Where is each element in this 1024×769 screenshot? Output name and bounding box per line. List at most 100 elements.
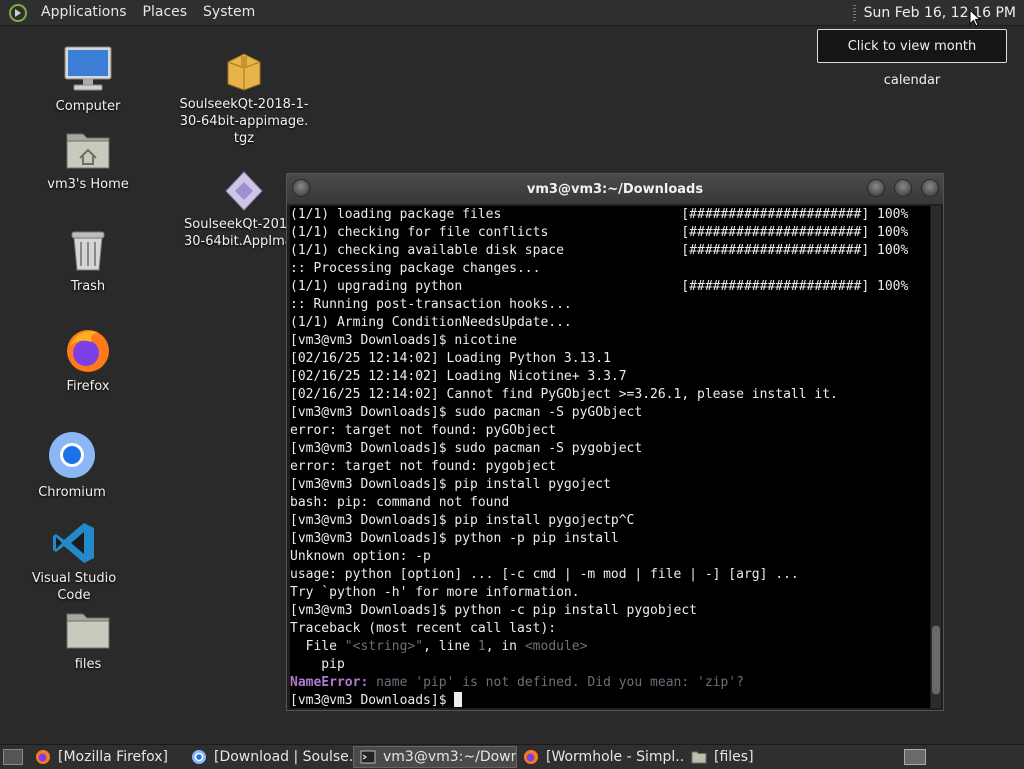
taskbar-item-wormhole[interactable]: [Wormhole - Simpl... [517,746,685,768]
desktop-icon-label: Firefox [66,379,110,394]
terminal-window[interactable]: vm3@vm3:~/Downloads (1/1) loading packag… [286,173,944,711]
desktop-icon-label: SoulseekQt-2018-1- [179,97,309,112]
taskbar-item-files[interactable]: [files] [685,746,805,768]
terminal-line: (1/1) loading package files [###########… [290,207,909,222]
desktop-icon-vscode[interactable]: Visual Studio Code [14,520,134,604]
clock-tooltip: Click to view month calendar [817,29,1007,88]
taskbar-item-chromium[interactable]: [Download | Soulse... [185,746,353,768]
computer-icon [64,46,112,91]
terminal-line: bash: pip: command not found [290,495,510,510]
taskbar-item-label: [Mozilla Firefox] [58,749,168,765]
terminal-line: [02/16/25 12:14:02] Loading Python 3.13.… [290,351,611,366]
tb-line-text: , line [423,639,478,654]
desktop-icon-label: Computer [55,99,121,114]
terminal-line: error: target not found: pygobject [290,459,557,474]
scrollbar-thumb[interactable] [932,626,940,694]
terminal-line: Try `python -h' for more information. [290,585,580,600]
window-title: vm3@vm3:~/Downloads [526,181,704,197]
terminal-line: [vm3@vm3 Downloads]$ sudo pacman -S pyGO… [290,405,643,420]
error-name: NameError [290,675,361,690]
terminal-line: error: target not found: pyGObject [290,423,557,438]
shell-prompt: [vm3@vm3 Downloads]$ [290,693,455,708]
show-desktop-button[interactable] [3,749,23,765]
terminal-line: Unknown option: -p [290,549,431,564]
terminal-scrollbar[interactable] [931,206,941,708]
terminal-line: [vm3@vm3 Downloads]$ nicotine [290,333,517,348]
desktop-icon-home[interactable]: vm3's Home [38,128,138,193]
error-message: name 'pip' is not defined. Did you mean:… [368,675,744,690]
menu-applications[interactable]: Applications [33,0,135,25]
desktop-icon-files[interactable]: files [38,608,138,673]
terminal-line: [vm3@vm3 Downloads]$ python -c pip insta… [290,603,697,618]
desktop-icon-label: files [74,657,102,672]
desktop-icon-chromium[interactable]: Chromium [22,430,122,501]
text-cursor [454,692,463,707]
folder-icon [66,613,110,649]
terminal-line: [vm3@vm3 Downloads]$ pip install pygojec… [290,477,611,492]
traceback-file-line: File "<string>", line 1, in <module> [290,638,930,656]
taskbar-item-label: [Download | Soulse... [214,749,353,765]
desktop-icon-label: Chromium [38,485,106,500]
desktop-icon-soulseek-tgz[interactable]: SoulseekQt-2018-1- 30-64bit-appimage. tg… [178,50,310,147]
terminal-line: (1/1) checking available disk space [###… [290,243,909,258]
error-line: NameError: name 'pip' is not defined. Di… [290,674,930,692]
terminal-line: :: Running post-transaction hooks... [290,297,572,312]
terminal-line: usage: python [option] ... [-c cmd | -m … [290,567,799,582]
trash-icon [71,231,105,271]
menu-places[interactable]: Places [135,0,196,25]
window-menu-button[interactable] [292,179,310,197]
taskbar-item-label: [files] [714,749,754,765]
terminal-line: (1/1) upgrading python [################… [290,279,909,294]
home-folder-icon [66,133,110,169]
desktop-icon-soulseek-appimage[interactable]: SoulseekQt-2018 30-64bit.AppIma [178,170,286,250]
desktop-icon-label: 30-64bit-appimage. [179,114,309,129]
prompt-line[interactable]: [vm3@vm3 Downloads]$ [290,692,930,708]
chromium-icon [192,750,206,764]
firefox-icon [36,750,50,764]
close-button[interactable] [921,179,939,197]
desktop-icon-firefox[interactable]: Firefox [38,326,138,395]
terminal-output[interactable]: (1/1) loading package files [###########… [290,206,930,708]
vscode-icon [53,523,94,563]
terminal-line: Traceback (most recent call last): [290,621,557,636]
firefox-icon [524,750,538,764]
terminal-line: [02/16/25 12:14:02] Loading Nicotine+ 3.… [290,369,627,384]
terminal-titlebar[interactable]: vm3@vm3:~/Downloads [287,174,943,204]
minimize-button[interactable] [867,179,885,197]
appimage-icon [225,171,263,211]
tb-filename: "<string>" [344,639,424,654]
taskbar-item-firefox[interactable]: [Mozilla Firefox] [29,746,185,768]
archive-icon [227,53,261,91]
folder-icon [691,751,707,764]
desktop-icon-label: 30-64bit.AppIma [184,234,286,249]
tb-in-text: , in [485,639,525,654]
mouse-cursor-icon [969,9,981,27]
desktop-icon-label: Trash [70,279,106,294]
mate-logo-icon[interactable] [9,3,27,22]
panel-handle[interactable] [852,4,856,21]
top-panel: Applications Places System Sun Feb 16, 1… [0,0,1024,26]
tb-line-number: 1 [477,639,486,654]
terminal-line: :: Processing package changes... [290,261,541,276]
terminal-line: (1/1) Arming ConditionNeedsUpdate... [290,315,572,330]
taskbar-item-terminal[interactable]: vm3@vm3:~/Downl... [353,746,517,768]
terminal-line: [02/16/25 12:14:02] Cannot find PyGObjec… [290,387,838,402]
desktop-icon-trash[interactable]: Trash [38,228,138,295]
terminal-line: [vm3@vm3 Downloads]$ pip install pygojec… [290,513,635,528]
taskbar-item-label: [Wormhole - Simpl... [546,749,685,765]
workspace-switcher[interactable] [904,749,926,765]
chromium-icon [49,432,95,478]
maximize-button[interactable] [894,179,912,197]
terminal-line: [vm3@vm3 Downloads]$ python -p pip insta… [290,531,619,546]
terminal-icon [360,750,376,764]
desktop-icon-label: SoulseekQt-2018 [184,217,286,232]
menu-system[interactable]: System [195,0,263,25]
desktop-icon-label: vm3's Home [47,177,129,192]
traceback-code-line: pip [290,657,345,672]
terminal-line: [vm3@vm3 Downloads]$ sudo pacman -S pygo… [290,441,643,456]
desktop-icon-computer[interactable]: Computer [38,44,138,115]
clock[interactable]: Sun Feb 16, 12:16 PM [864,5,1024,21]
tb-module: <module> [524,639,588,654]
bottom-panel: [Mozilla Firefox] [Download | Soulse... … [0,744,1024,769]
taskbar-item-label: vm3@vm3:~/Downl... [383,749,516,765]
